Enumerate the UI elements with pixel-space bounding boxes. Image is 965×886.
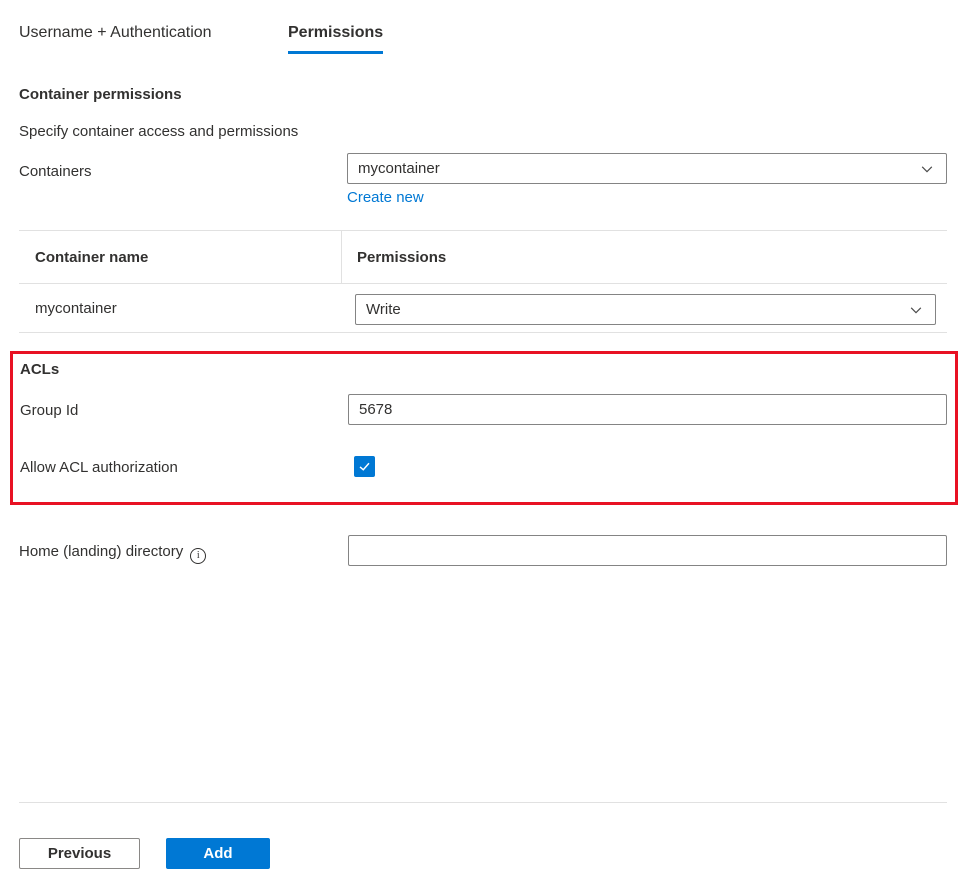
group-id-input[interactable] bbox=[348, 394, 947, 425]
allow-acl-authorization-label: Allow ACL authorization bbox=[20, 459, 178, 476]
home-directory-input[interactable] bbox=[348, 535, 947, 566]
containers-label: Containers bbox=[19, 163, 92, 180]
table-header-divider bbox=[341, 230, 342, 283]
containers-dropdown[interactable]: mycontainer bbox=[347, 153, 947, 184]
permissions-dropdown[interactable]: Write bbox=[355, 294, 936, 325]
table-cell-container-name: mycontainer bbox=[35, 300, 117, 317]
table-header-bottom-border bbox=[19, 283, 947, 284]
acls-highlight-annotation bbox=[10, 351, 958, 505]
previous-button[interactable]: Previous bbox=[19, 838, 140, 869]
allow-acl-authorization-checkbox[interactable] bbox=[354, 456, 375, 477]
checkmark-icon bbox=[358, 460, 371, 473]
chevron-down-icon bbox=[920, 162, 934, 176]
container-permissions-description: Specify container access and permissions bbox=[19, 123, 298, 140]
table-header-container-name: Container name bbox=[35, 249, 148, 266]
create-new-link[interactable]: Create new bbox=[347, 189, 424, 206]
table-top-border bbox=[19, 230, 947, 231]
home-directory-label-row: Home (landing) directory i bbox=[19, 543, 206, 564]
containers-dropdown-value: mycontainer bbox=[358, 160, 440, 177]
container-permissions-heading: Container permissions bbox=[19, 86, 182, 103]
footer-divider bbox=[19, 802, 947, 803]
tab-permissions[interactable]: Permissions bbox=[288, 24, 383, 54]
info-icon[interactable]: i bbox=[190, 548, 206, 564]
acls-heading: ACLs bbox=[20, 361, 59, 378]
table-header-permissions: Permissions bbox=[357, 249, 446, 266]
table-row-bottom-border bbox=[19, 332, 947, 333]
tab-username-authentication[interactable]: Username + Authentication bbox=[19, 24, 212, 42]
chevron-down-icon bbox=[909, 303, 923, 317]
home-directory-label: Home (landing) directory bbox=[19, 543, 183, 560]
permissions-dropdown-value: Write bbox=[366, 301, 401, 318]
group-id-label: Group Id bbox=[20, 402, 78, 419]
add-button[interactable]: Add bbox=[166, 838, 270, 869]
